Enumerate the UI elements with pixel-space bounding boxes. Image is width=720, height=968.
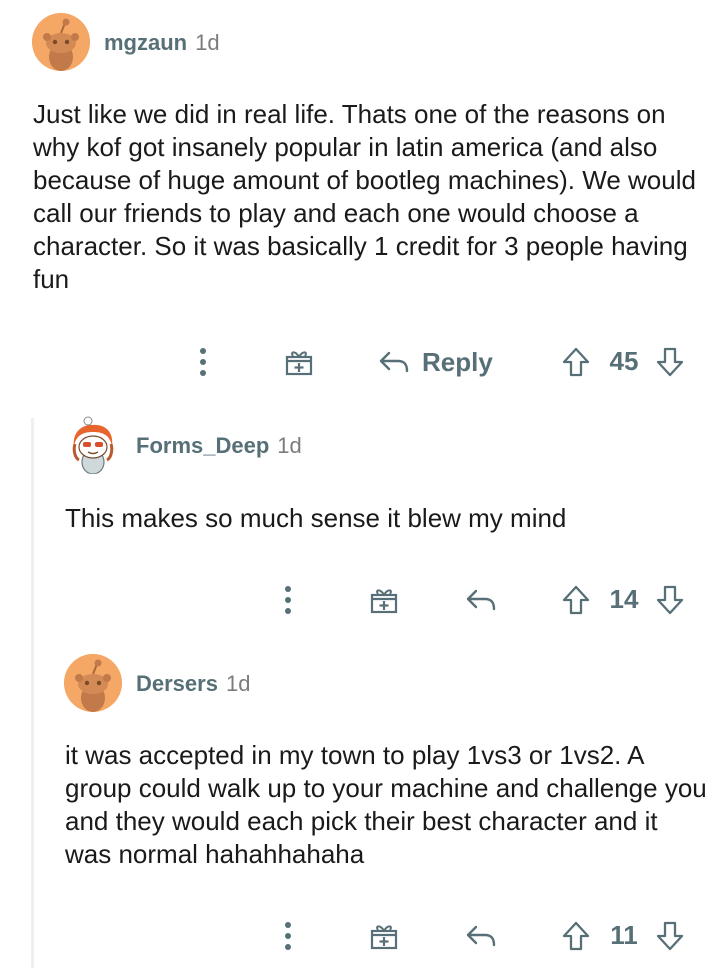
upvote-button[interactable] [558, 917, 594, 955]
avatar[interactable] [64, 416, 122, 474]
downvote-arrow-icon [656, 921, 684, 951]
vote-score: 45 [609, 346, 639, 376]
username[interactable]: Forms_Deep [136, 433, 269, 458]
vote-score: 11 [610, 920, 638, 950]
thread-line[interactable] [31, 418, 34, 968]
more-options-button[interactable] [186, 343, 220, 381]
downvote-arrow-icon [656, 585, 684, 615]
reply-arrow-icon [466, 925, 496, 947]
timestamp[interactable]: 1d [195, 30, 219, 55]
username[interactable]: mgzaun [104, 30, 187, 55]
upvote-arrow-icon [562, 921, 590, 951]
vote-score: 14 [609, 584, 639, 614]
upvote-button[interactable] [558, 581, 594, 619]
upvote-arrow-icon [562, 585, 590, 615]
avatar[interactable] [64, 654, 122, 712]
avatar[interactable] [32, 13, 90, 71]
timestamp[interactable]: 1d [277, 433, 301, 458]
award-button[interactable] [365, 917, 403, 955]
reply-button[interactable]: Reply [378, 343, 508, 381]
gift-icon [285, 351, 313, 376]
username[interactable]: Dersers [136, 671, 218, 696]
award-button[interactable] [365, 581, 403, 619]
downvote-button[interactable] [652, 917, 688, 955]
more-vertical-icon [285, 922, 291, 950]
reply-button[interactable] [462, 917, 500, 955]
downvote-arrow-icon [656, 347, 684, 377]
comment-author[interactable]: Forms_Deep 1d [136, 433, 302, 459]
snoo-avatar-icon [64, 654, 122, 712]
reply-arrow-icon [379, 351, 409, 373]
upvote-button[interactable] [558, 343, 594, 381]
comment-author[interactable]: mgzaun 1d [104, 30, 220, 56]
snoo-avatar-icon [32, 13, 90, 71]
more-vertical-icon [285, 586, 291, 614]
comment-body: Just like we did in real life. Thats one… [33, 99, 696, 294]
reply-arrow-icon [466, 589, 496, 611]
more-options-button[interactable] [271, 581, 305, 619]
more-options-button[interactable] [271, 917, 305, 955]
gift-icon [370, 925, 398, 950]
comment-author[interactable]: Dersers 1d [136, 671, 250, 697]
custom-snoo-avatar-icon [64, 416, 122, 474]
timestamp[interactable]: 1d [226, 671, 250, 696]
comment-body: This makes so much sense it blew my mind [65, 503, 567, 533]
downvote-button[interactable] [652, 581, 688, 619]
more-vertical-icon [200, 348, 206, 376]
upvote-arrow-icon [562, 347, 590, 377]
reply-label: Reply [422, 346, 493, 377]
downvote-button[interactable] [652, 343, 688, 381]
reply-button[interactable] [462, 581, 500, 619]
comment-body: it was accepted in my town to play 1vs3 … [65, 740, 707, 869]
gift-icon [370, 589, 398, 614]
award-button[interactable] [280, 343, 318, 381]
